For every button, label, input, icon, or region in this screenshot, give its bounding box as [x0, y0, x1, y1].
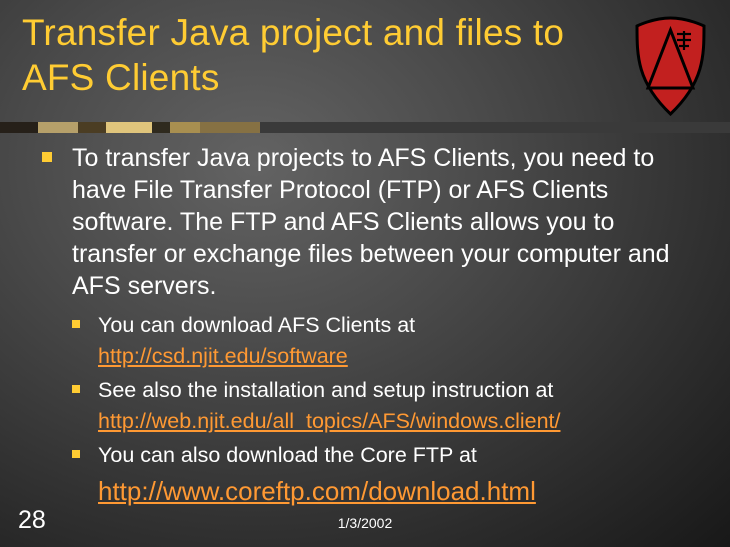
sub-bullet-link[interactable]: http://www.coreftp.com/download.html — [98, 473, 536, 510]
ornament-segment — [410, 122, 490, 133]
ornament-segment — [106, 122, 152, 133]
sub-bullet-text: You can download AFS Clients at — [98, 313, 415, 337]
ornament-segment — [260, 122, 330, 133]
sub-bullet: You can also download the Core FTP at htt… — [72, 440, 702, 509]
square-bullet-icon — [72, 320, 80, 328]
sub-bullet-text: You can also download the Core FTP at — [98, 443, 477, 467]
bullet-main: To transfer Java projects to AFS Clients… — [42, 142, 702, 509]
divider-ornament — [0, 122, 730, 133]
slide-date: 1/3/2002 — [0, 515, 730, 531]
slide-title: Transfer Java project and files to AFS C… — [22, 10, 592, 100]
square-bullet-icon — [42, 152, 52, 162]
ornament-segment — [650, 122, 730, 133]
sub-bullet-link[interactable]: http://csd.njit.edu/software — [98, 344, 348, 368]
ornament-segment — [0, 122, 38, 133]
ornament-segment — [330, 122, 410, 133]
ornament-segment — [200, 122, 260, 133]
ornament-segment — [38, 122, 78, 133]
square-bullet-icon — [72, 450, 80, 458]
slide: Transfer Java project and files to AFS C… — [0, 0, 730, 547]
square-bullet-icon — [72, 385, 80, 393]
slide-body: To transfer Java projects to AFS Clients… — [42, 142, 702, 513]
ornament-segment — [78, 122, 106, 133]
ornament-segment — [170, 122, 200, 133]
sub-bullet-link[interactable]: http://web.njit.edu/all_topics/AFS/windo… — [98, 409, 560, 433]
shield-logo-icon — [633, 16, 708, 116]
bullet-main-text: To transfer Java projects to AFS Clients… — [72, 144, 670, 300]
ornament-segment — [152, 122, 170, 133]
sub-bullet: See also the installation and setup inst… — [72, 375, 702, 436]
ornament-segment — [570, 122, 650, 133]
sub-bullet: You can download AFS Clients at http://cs… — [72, 310, 702, 371]
sub-bullet-text: See also the installation and setup inst… — [98, 378, 553, 402]
ornament-segment — [490, 122, 570, 133]
